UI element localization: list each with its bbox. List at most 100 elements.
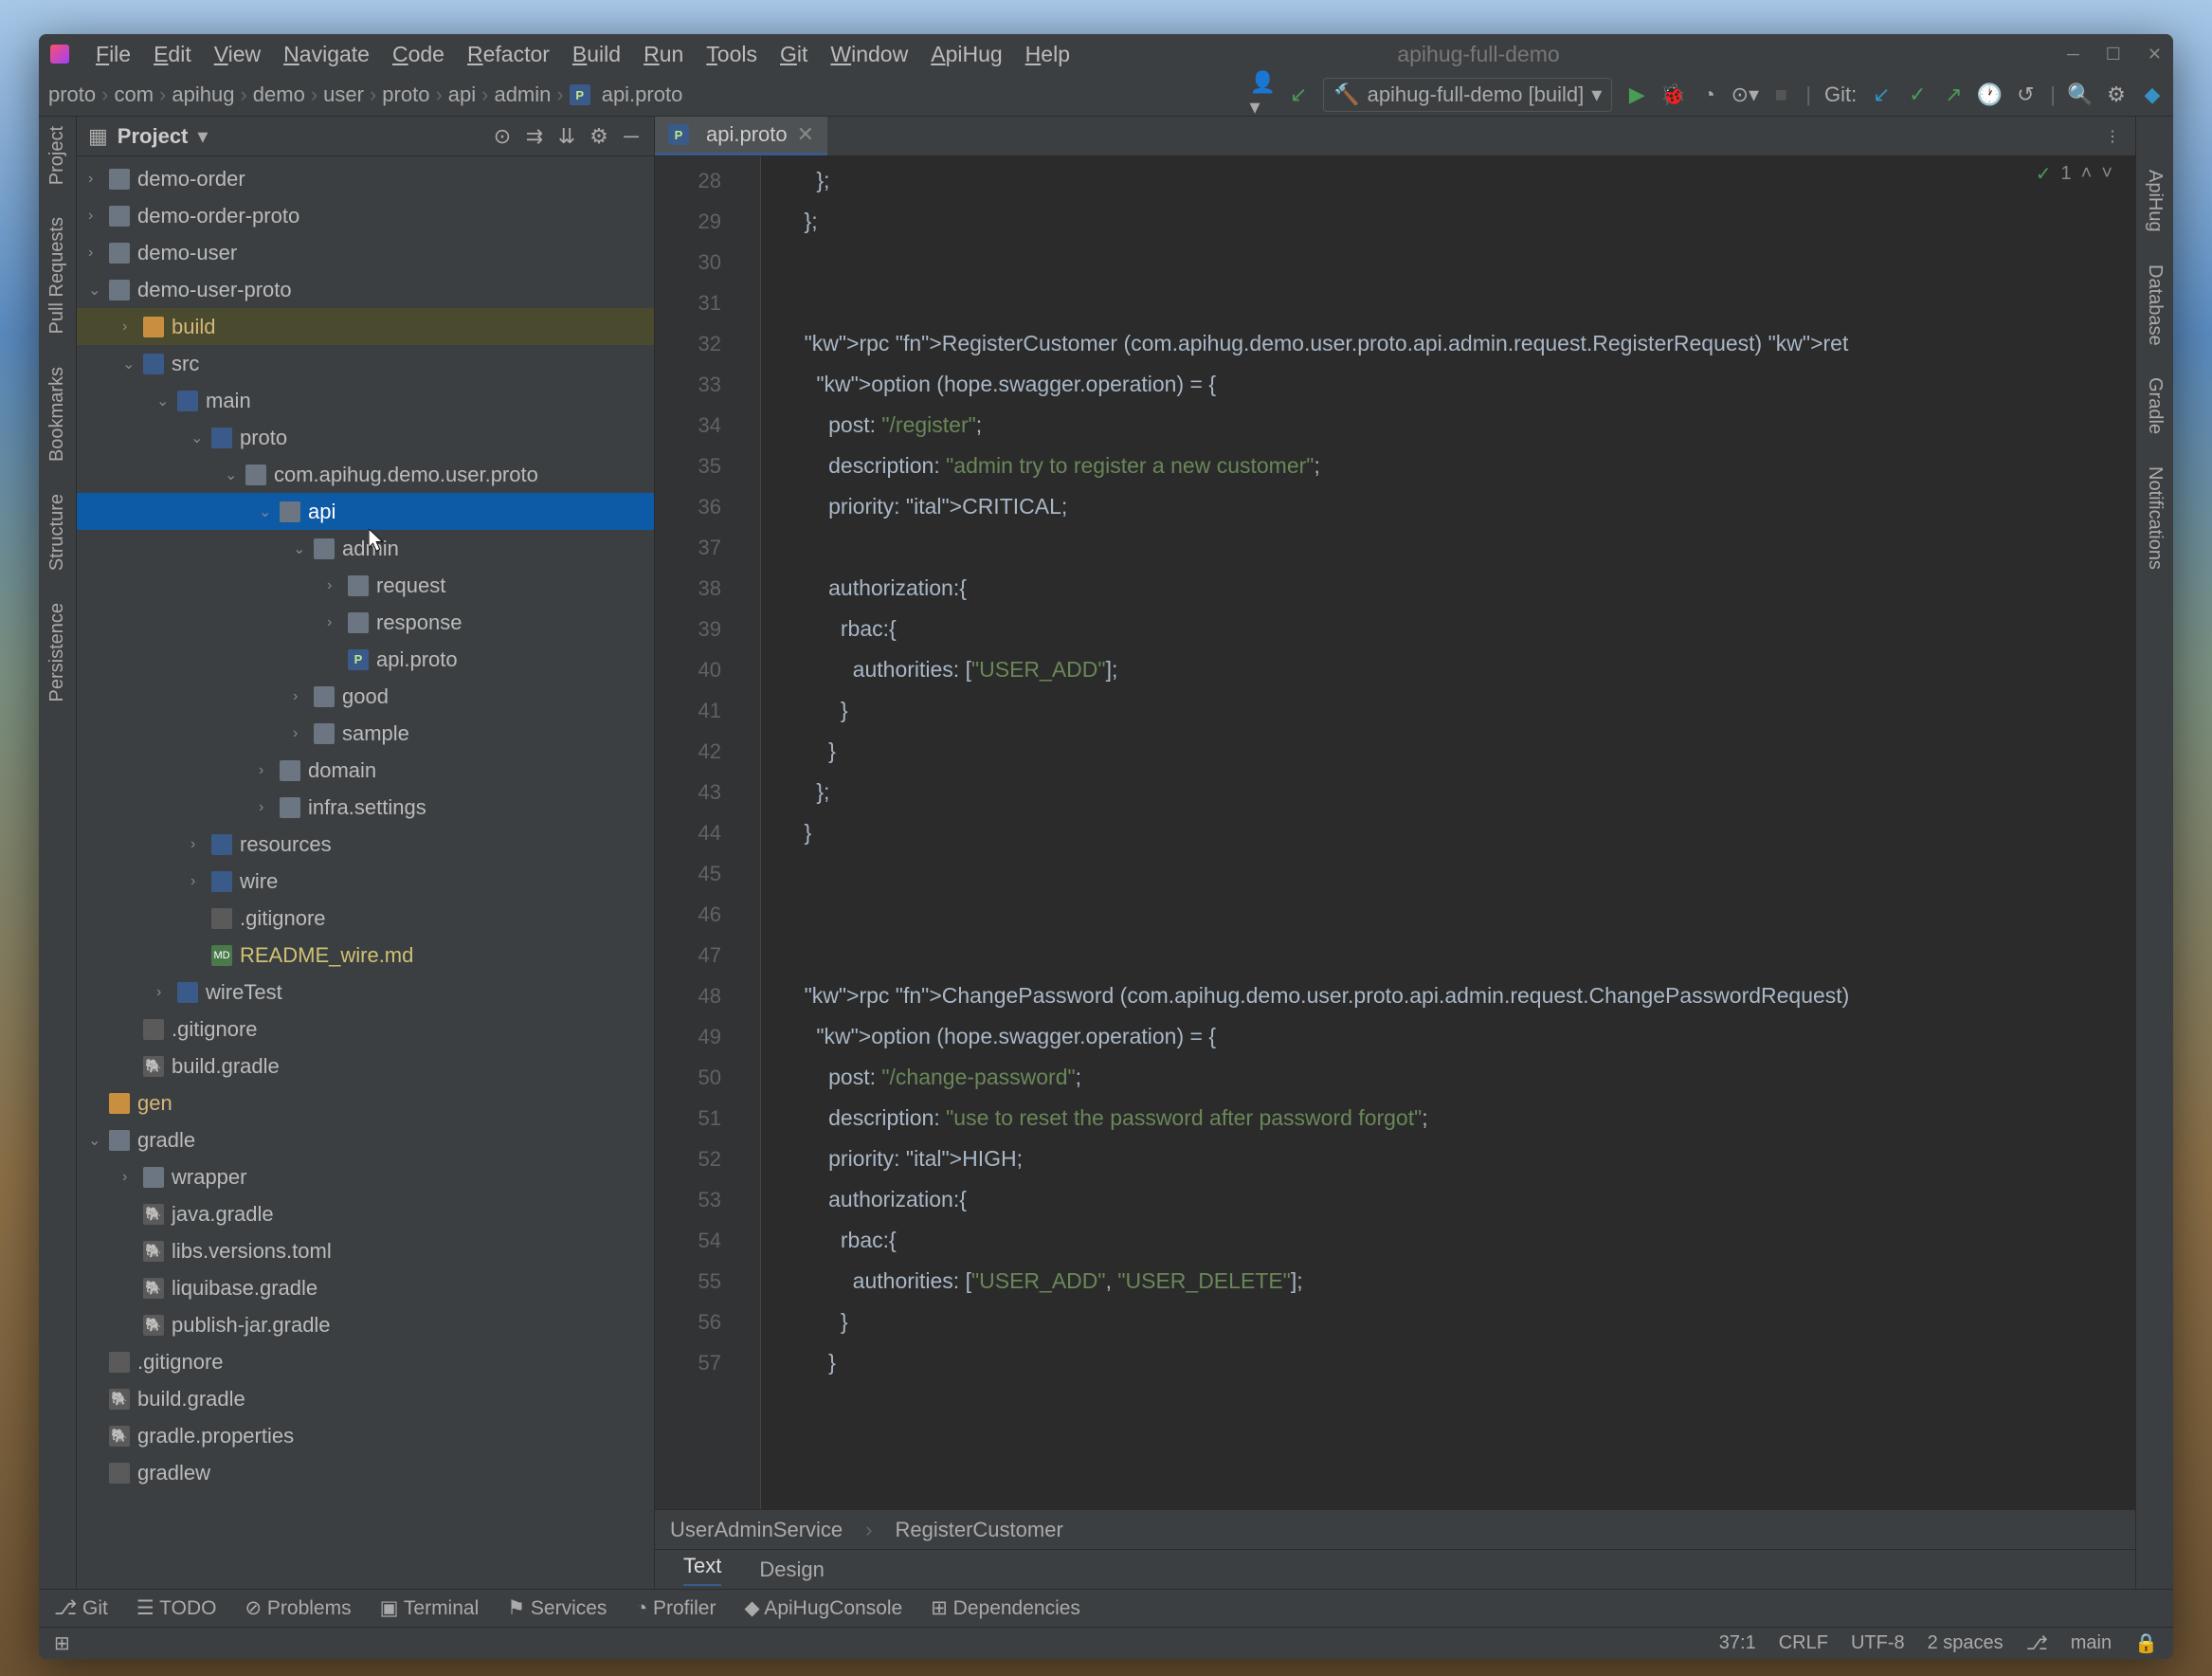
tree-gitignore[interactable]: .gitignore [77,900,654,937]
git-rollback-icon[interactable]: ↺ [2014,83,2037,106]
crumb-api[interactable]: api [448,82,476,107]
tree-build_gradle2[interactable]: 🐘build.gradle [77,1380,654,1417]
menu-edit[interactable]: Edit [144,38,201,71]
caret-position[interactable]: 37:1 [1719,1632,1756,1654]
menu-code[interactable]: Code [383,38,454,71]
collapse-icon[interactable]: ⇊ [555,125,578,148]
crumb-service[interactable]: UserAdminService [670,1518,843,1542]
tree-wire[interactable]: ›wire [77,863,654,900]
code-text[interactable]: }; }; "kw">rpc "fn">RegisterCustomer (co… [761,156,2135,1509]
tree-java_gradle[interactable]: 🐘java.gradle [77,1195,654,1232]
tool-todo[interactable]: ☰ TODO [136,1596,217,1620]
plugin-icon[interactable]: ◆ [2141,83,2164,106]
tree-api[interactable]: ⌄api [77,493,654,530]
close-tab-icon[interactable]: ✕ [797,122,814,147]
debug-icon[interactable]: 🐞 [1661,83,1684,106]
git-commit-icon[interactable]: ✓ [1906,83,1929,106]
settings-icon[interactable]: ⚙ [588,125,610,148]
tree-src[interactable]: ⌄src [77,345,654,382]
tree-gen[interactable]: gen [77,1084,654,1121]
tree-wire_test[interactable]: ›wireTest [77,974,654,1011]
tree-gradle_props[interactable]: 🐘gradle.properties [77,1417,654,1454]
rail-apihug[interactable]: ApiHug [2144,164,2166,238]
profile-icon[interactable]: ⊙▾ [1733,83,1756,106]
design-tab-text[interactable]: Text [683,1554,721,1586]
minimize-icon[interactable]: ─ [2067,45,2079,64]
rail-bookmarks[interactable]: Bookmarks [46,361,68,467]
tab-more-icon[interactable]: ⋮ [2105,127,2135,146]
tree-liquibase[interactable]: 🐘liquibase.gradle [77,1269,654,1306]
crumb-demo[interactable]: demo [253,82,305,107]
rail-gradle[interactable]: Gradle [2144,372,2166,440]
tree-gitignore3[interactable]: .gitignore [77,1343,654,1380]
git-pull-icon[interactable]: ↙ [1870,83,1893,106]
tree-good[interactable]: ›good [77,678,654,715]
tree-infra[interactable]: ›infra.settings [77,789,654,826]
expand-icon[interactable]: ⇉ [523,125,546,148]
git-history-icon[interactable]: 🕐 [1978,83,2001,106]
stop-icon[interactable]: ■ [1769,83,1792,106]
menu-tools[interactable]: Tools [697,38,767,71]
tree-libs[interactable]: 🐘libs.versions.toml [77,1232,654,1269]
line-separator[interactable]: CRLF [1779,1632,1828,1654]
tree-pkg[interactable]: ⌄com.apihug.demo.user.proto [77,456,654,493]
tree-proto[interactable]: ⌄proto [77,419,654,456]
tree-resources[interactable]: ›resources [77,826,654,863]
tree-response[interactable]: ›response [77,604,654,641]
tool-git[interactable]: ⎇ Git [54,1596,108,1620]
tool-apihugconsole[interactable]: ◆ ApiHugConsole [744,1596,902,1620]
tree-gitignore2[interactable]: .gitignore [77,1011,654,1048]
search-icon[interactable]: 🔍 [2069,83,2092,106]
user-icon[interactable]: 👤▾ [1251,83,1274,106]
tree-demo_user_proto[interactable]: ⌄demo-user-proto [77,271,654,308]
tool-window-icon[interactable]: ⊞ [54,1631,70,1655]
tree-gradlew[interactable]: gradlew [77,1454,654,1491]
tree-wrapper[interactable]: ›wrapper [77,1158,654,1195]
menu-run[interactable]: Run [634,38,693,71]
rail-project[interactable]: Project [46,120,68,191]
design-tab-design[interactable]: Design [759,1558,824,1582]
tool-services[interactable]: ⚑ Services [507,1596,607,1620]
tree-demo_user[interactable]: ›demo-user [77,234,654,271]
chevron-down-icon[interactable]: ▾ [197,124,208,149]
tree-api_proto[interactable]: Papi.proto [77,641,654,678]
back-icon[interactable]: ↙ [1287,83,1310,106]
tree-admin[interactable]: ⌄admin [77,530,654,567]
menu-navigate[interactable]: Navigate [274,38,379,71]
settings-icon[interactable]: ⚙ [2105,83,2128,106]
menu-view[interactable]: View [205,38,270,71]
rail-persistence[interactable]: Persistence [46,597,68,708]
tool-profiler[interactable]: ◔ Profiler [635,1597,716,1620]
menu-build[interactable]: Build [563,38,630,71]
rail-pull-requests[interactable]: Pull Requests [46,211,68,339]
prev-icon[interactable]: ˄ [2081,163,2093,185]
close-icon[interactable]: ✕ [2148,45,2162,64]
crumb-api.proto[interactable]: api.proto [602,82,683,107]
encoding[interactable]: UTF-8 [1851,1632,1905,1654]
crumb-admin[interactable]: admin [494,82,551,107]
indent[interactable]: 2 spaces [1928,1632,2003,1654]
tree-demo_order_proto[interactable]: ›demo-order-proto [77,197,654,234]
tree-gradle[interactable]: ⌄gradle [77,1121,654,1158]
run-config-select[interactable]: 🔨 apihug-full-demo [build] ▾ [1323,78,1612,112]
tool-dependencies[interactable]: ⊞ Dependencies [931,1596,1080,1620]
tree-demo_order[interactable]: ›demo-order [77,160,654,197]
crumb-proto[interactable]: proto [48,82,96,107]
tree-main[interactable]: ⌄main [77,382,654,419]
crumb-method[interactable]: RegisterCustomer [896,1518,1063,1542]
tree-domain[interactable]: ›domain [77,752,654,789]
locate-icon[interactable]: ⊙ [491,125,514,148]
menu-git[interactable]: Git [771,38,817,71]
next-icon[interactable]: ˅ [2101,163,2112,185]
lock-icon[interactable]: 🔒 [2134,1631,2158,1655]
tool-problems[interactable]: ⊘ Problems [245,1596,351,1620]
tool-terminal[interactable]: ▣ Terminal [380,1596,480,1620]
tree-request[interactable]: ›request [77,567,654,604]
code-editor[interactable]: ✓ 1 ˄ ˅ 28293031323334353637383940414243… [655,156,2135,1509]
menu-refactor[interactable]: Refactor [458,38,559,71]
coverage-icon[interactable]: ◔ [1697,83,1720,106]
run-icon[interactable]: ▶ [1625,83,1648,106]
tree-readme_wire[interactable]: MDREADME_wire.md [77,937,654,974]
menu-file[interactable]: File [86,38,140,71]
maximize-icon[interactable]: ☐ [2106,45,2121,64]
